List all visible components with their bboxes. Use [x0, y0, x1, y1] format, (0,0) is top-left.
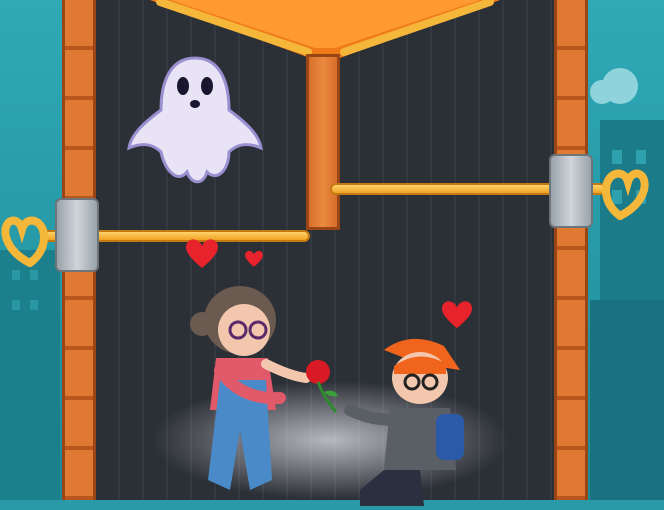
girl-character: [190, 286, 311, 490]
rose-icon: [306, 360, 338, 413]
pin-socket-right: [549, 154, 593, 228]
heart-handle-icon[interactable]: [600, 158, 650, 220]
boy-character: [344, 338, 464, 506]
lava-funnel: [150, 0, 500, 58]
right-wall: [554, 0, 588, 500]
heart-icon: [186, 239, 218, 268]
heart-handle-icon[interactable]: [0, 205, 50, 267]
pin-socket-left: [55, 198, 99, 272]
heart-icon: [442, 301, 472, 329]
game-scene: [0, 0, 664, 506]
ghost-enemy: [127, 56, 263, 184]
center-pillar: [306, 54, 340, 230]
heart-icon: [245, 250, 263, 267]
